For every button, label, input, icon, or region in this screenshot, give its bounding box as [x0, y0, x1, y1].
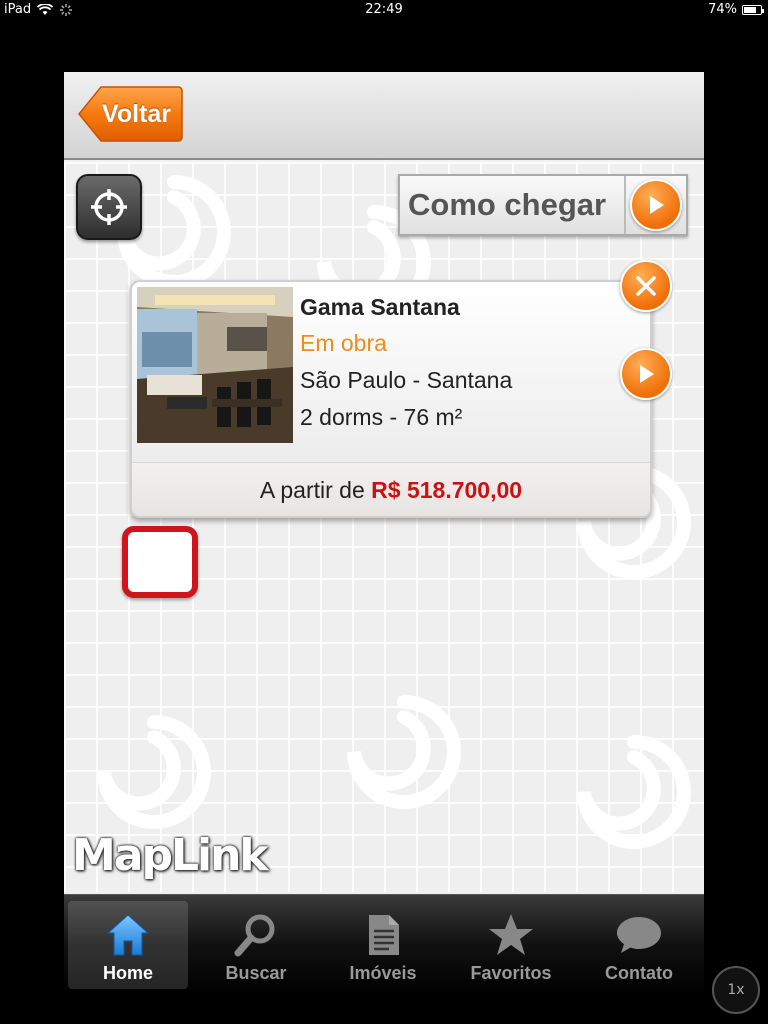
- tab-search[interactable]: Buscar: [196, 901, 316, 989]
- close-popup-button[interactable]: [620, 260, 672, 312]
- property-photo: [137, 287, 293, 443]
- map-pattern-icon: [97, 715, 211, 829]
- crosshair-icon: [91, 189, 127, 225]
- zoom-level-button[interactable]: 1x: [712, 966, 760, 1014]
- tab-favorites[interactable]: Favoritos: [451, 901, 571, 989]
- property-location: São Paulo - Santana: [300, 367, 513, 393]
- tab-home[interactable]: Home: [68, 901, 188, 989]
- property-details: 2 dorms - 76 m²: [300, 404, 463, 430]
- tab-properties-label: Imóveis: [349, 963, 417, 983]
- tab-home-label: Home: [102, 963, 153, 983]
- tab-favorites-label: Favoritos: [470, 963, 552, 983]
- star-icon: [489, 914, 533, 955]
- price-bar: A partir de R$ 518.700,00: [132, 462, 650, 516]
- document-icon: [369, 915, 399, 955]
- chat-bubble-icon: [617, 917, 661, 953]
- battery-icon: [742, 4, 764, 15]
- property-status: Em obra: [300, 330, 387, 356]
- tab-search-label: Buscar: [225, 963, 287, 983]
- property-popup[interactable]: Gama Santana Em obra São Paulo - Santana…: [130, 280, 652, 518]
- tab-contact[interactable]: Contato: [579, 901, 699, 989]
- property-map-marker[interactable]: [122, 526, 198, 598]
- property-info: Gama Santana Em obra São Paulo - Santana…: [300, 294, 512, 431]
- map-pattern-icon: [347, 695, 461, 809]
- close-icon: [620, 260, 672, 312]
- play-arrow-icon: [620, 348, 672, 400]
- tab-bar: Home Buscar Imóveis Favoritos Contato: [64, 894, 704, 994]
- locate-me-button[interactable]: [76, 174, 142, 240]
- directions-label: Como chegar: [408, 187, 607, 222]
- tab-properties[interactable]: Imóveis: [323, 901, 443, 989]
- back-button[interactable]: Voltar: [77, 85, 184, 143]
- status-time: 22:49: [365, 2, 403, 17]
- map-pattern-icon: [577, 735, 691, 849]
- maplink-logo: MapLink: [72, 830, 269, 881]
- popup-body: Gama Santana Em obra São Paulo - Santana…: [132, 282, 650, 462]
- search-icon: [234, 914, 275, 957]
- home-icon: [106, 914, 150, 956]
- back-button-label: Voltar: [102, 99, 171, 128]
- property-price: R$ 518.700,00: [371, 477, 523, 503]
- property-name: Gama Santana: [300, 294, 460, 320]
- play-arrow-icon: [630, 179, 682, 231]
- map-view[interactable]: Como chegar Gama Santana Em obra São Pau…: [64, 162, 704, 892]
- property-detail-button[interactable]: [620, 348, 672, 400]
- app-window: Voltar Como chegar Gama Santana Em obra …: [64, 72, 704, 944]
- navigation-header: Voltar: [64, 72, 704, 160]
- price-prefix: A partir de: [259, 477, 372, 503]
- directions-button[interactable]: Como chegar: [398, 174, 688, 236]
- tab-contact-label: Contato: [605, 963, 673, 983]
- status-bar: iPad 22:49 74%: [0, 0, 768, 20]
- battery-percent: 74%: [708, 2, 737, 17]
